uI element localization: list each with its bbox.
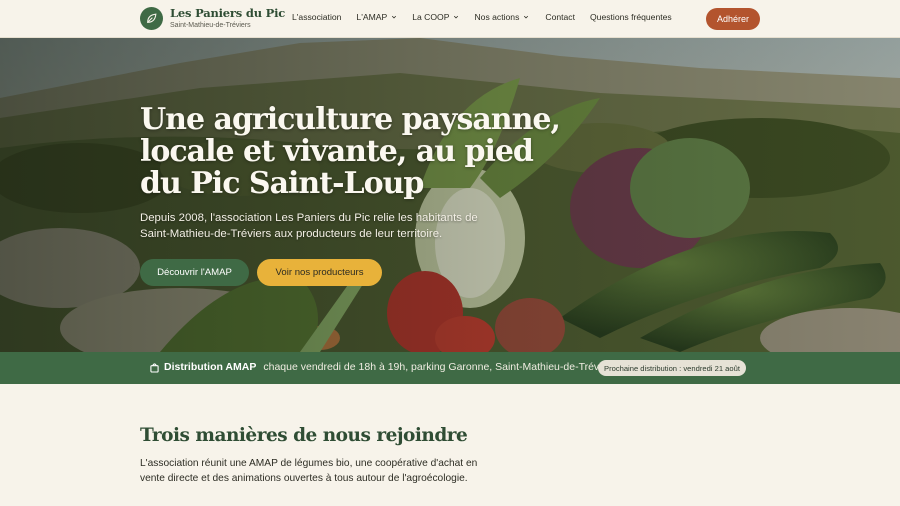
main-nav: L'association L'AMAP La COOP Nos actions… [292, 12, 672, 22]
hero-title: Une agriculture paysanne, locale et viva… [140, 102, 561, 201]
leaf-icon [140, 7, 163, 30]
see-producers-button[interactable]: Voir nos producteurs [257, 259, 382, 286]
nav-item-coop[interactable]: La COOP [412, 12, 459, 22]
nav-item-faq[interactable]: Questions fréquentes [590, 12, 672, 22]
nav-item-contact[interactable]: Contact [545, 12, 575, 22]
discover-amap-button[interactable]: Découvrir l'AMAP [140, 259, 249, 286]
nav-item-label: Questions fréquentes [590, 12, 672, 22]
nav-item-amap[interactable]: L'AMAP [356, 12, 397, 22]
chevron-down-icon [454, 15, 459, 19]
chevron-down-icon [524, 15, 529, 19]
chevron-down-icon [392, 15, 397, 19]
section-description: L'association réunit une AMAP de légumes… [140, 458, 478, 484]
nav-item-label: La COOP [412, 12, 450, 22]
logo-subtitle: Saint-Mathieu-de-Tréviers [170, 22, 251, 30]
basket-icon [150, 362, 159, 373]
distribution-banner: Distribution AMAP chaque vendredi de 18h… [0, 352, 900, 384]
hero-description: Depuis 2008, l'association Les Paniers d… [140, 212, 478, 240]
nav-item-label: Nos actions [474, 12, 520, 22]
nav-item-association[interactable]: L'association [292, 12, 341, 22]
nav-item-label: Contact [545, 12, 575, 22]
distribution-label: Distribution AMAP [164, 361, 257, 373]
site-logo[interactable]: Les Paniers du Pic Saint-Mathieu-de-Trév… [140, 7, 285, 30]
nav-item-actions[interactable]: Nos actions [474, 12, 529, 22]
logo-title: Les Paniers du Pic [170, 5, 286, 20]
join-button[interactable]: Adhérer [706, 8, 760, 30]
hero-section: Une agriculture paysanne, locale et viva… [0, 38, 900, 352]
nav-item-label: L'association [292, 12, 342, 22]
section-title: Trois manières de nous rejoindre [140, 425, 468, 446]
nav-item-label: L'AMAP [356, 12, 388, 22]
site-header: Les Paniers du Pic Saint-Mathieu-de-Trév… [0, 0, 900, 38]
next-distribution-badge: Prochaine distribution : vendredi 21 aoû… [598, 360, 746, 376]
distribution-details: chaque vendredi de 18h à 19h, parking Ga… [263, 361, 617, 373]
